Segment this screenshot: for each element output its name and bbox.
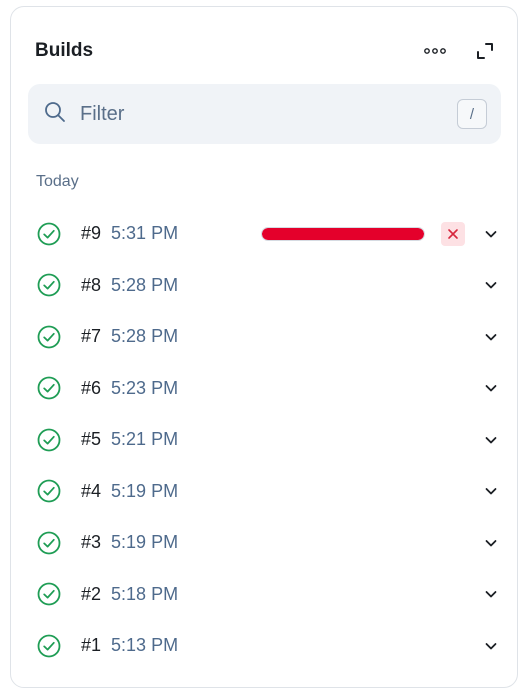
build-number: #7 [81,326,102,347]
build-time: 5:19 PM [111,480,179,501]
build-time: 5:28 PM [111,326,179,347]
build-number: #8 [81,274,102,295]
build-row[interactable]: #3 5:19 PM [11,517,517,569]
build-row[interactable]: #6 5:23 PM [11,363,517,415]
filter-box: / [28,84,501,144]
builds-panel: Builds / [10,6,518,688]
chevron-down-icon[interactable] [479,479,503,503]
filter-shortcut-key: / [457,99,487,129]
build-time: 5:31 PM [111,223,179,244]
build-row[interactable]: #7 5:28 PM [11,311,517,363]
search-icon [44,101,66,128]
success-check-icon [37,582,61,606]
chevron-down-icon[interactable] [479,222,503,246]
build-time: 5:21 PM [111,429,179,450]
chevron-down-icon[interactable] [479,531,503,555]
chevron-down-icon[interactable] [479,634,503,658]
build-number: #4 [81,480,102,501]
chevron-down-icon[interactable] [479,325,503,349]
section-label-today: Today [36,173,79,190]
chevron-down-icon[interactable] [479,582,503,606]
panel-header: Builds [35,33,497,69]
success-check-icon [37,479,61,503]
expand-icon[interactable] [473,39,497,63]
success-check-icon [37,531,61,555]
filter-input[interactable] [78,101,457,127]
build-number: #9 [81,223,102,244]
build-time: 5:18 PM [111,583,179,604]
build-time: 5:19 PM [111,532,179,553]
success-check-icon [37,634,61,658]
success-check-icon [37,428,61,452]
build-progress-fill [262,227,424,240]
success-check-icon [37,273,61,297]
build-number: #5 [81,429,102,450]
build-time: 5:28 PM [111,274,179,295]
panel-title: Builds [35,40,94,61]
chevron-down-icon[interactable] [479,376,503,400]
build-row[interactable]: #8 5:28 PM [11,260,517,312]
build-number: #2 [81,583,102,604]
cancel-build-icon[interactable] [441,221,465,246]
build-number: #3 [81,532,102,553]
build-row[interactable]: #2 5:18 PM [11,569,517,621]
build-time: 5:13 PM [111,635,179,656]
build-number: #1 [81,635,102,656]
build-row[interactable]: #9 5:31 PM [11,208,517,260]
success-check-icon [37,222,61,246]
more-options-icon[interactable] [423,39,447,63]
build-progress-bar [261,226,425,241]
build-time: 5:23 PM [111,377,179,398]
success-check-icon [37,325,61,349]
chevron-down-icon[interactable] [479,428,503,452]
build-row[interactable]: #1 5:13 PM [11,620,517,672]
builds-list: #9 5:31 PM #8 5:28 PM #7 5:28 PM #6 5:23 PM #5 5:… [11,208,517,672]
build-row[interactable]: #5 5:21 PM [11,414,517,466]
success-check-icon [37,376,61,400]
chevron-down-icon[interactable] [479,273,503,297]
header-actions [423,39,497,63]
build-row[interactable]: #4 5:19 PM [11,466,517,518]
build-number: #6 [81,377,102,398]
